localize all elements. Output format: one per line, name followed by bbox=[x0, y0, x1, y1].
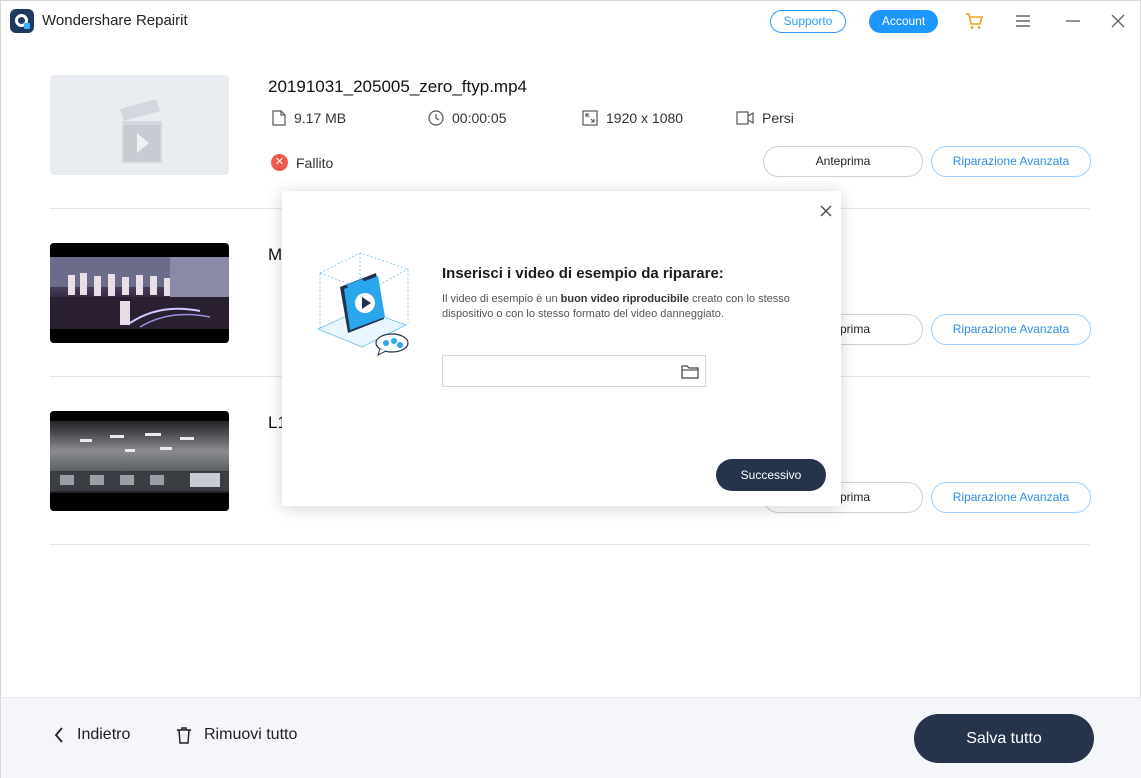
video-frame-image bbox=[50, 411, 229, 511]
video-camera-icon bbox=[736, 111, 754, 125]
status-badge: ✕ Fallito bbox=[271, 154, 333, 171]
preview-button[interactable]: Anteprima bbox=[763, 146, 923, 177]
sample-video-path-field[interactable] bbox=[442, 355, 706, 387]
video-thumbnail-placeholder bbox=[50, 75, 229, 175]
file-name: 20191031_205005_zero_ftyp.mp4 bbox=[268, 77, 527, 96]
video-thumbnail bbox=[50, 243, 229, 343]
row-divider bbox=[50, 544, 1090, 545]
support-button[interactable]: Supporto bbox=[770, 10, 846, 33]
fail-icon: ✕ bbox=[271, 154, 288, 171]
minimize-icon[interactable] bbox=[1063, 11, 1083, 31]
title-bar: Wondershare Repairit Supporto Account bbox=[1, 1, 1141, 41]
sample-video-dialog: Inserisci i video di esempio da riparare… bbox=[282, 191, 841, 506]
file-duration: 00:00:05 bbox=[428, 110, 507, 126]
app-logo-icon bbox=[10, 9, 34, 33]
video-placeholder-icon bbox=[120, 99, 162, 163]
file-size-value: 9.17 MB bbox=[294, 110, 347, 126]
advanced-repair-button[interactable]: Riparazione Avanzata bbox=[931, 314, 1091, 345]
file-duration-value: 00:00:05 bbox=[452, 110, 507, 126]
remove-all-label: Rimuovi tutto bbox=[204, 726, 298, 743]
file-device-value: Persi bbox=[762, 110, 794, 126]
file-resolution-value: 1920 x 1080 bbox=[606, 110, 684, 126]
app-title: Wondershare Repairit bbox=[42, 12, 188, 29]
bottom-bar: Indietro Rimuovi tutto Salva tutto bbox=[1, 697, 1141, 778]
close-icon[interactable] bbox=[1108, 11, 1128, 31]
clock-icon bbox=[428, 110, 444, 126]
resolution-icon bbox=[582, 110, 598, 126]
back-label: Indietro bbox=[77, 726, 131, 743]
back-button[interactable]: Indietro bbox=[53, 726, 130, 744]
close-icon[interactable] bbox=[818, 203, 834, 219]
video-folder-illustration bbox=[316, 252, 409, 356]
chevron-left-icon bbox=[54, 727, 63, 743]
file-device: Persi bbox=[736, 110, 794, 126]
advanced-repair-button[interactable]: Riparazione Avanzata bbox=[931, 482, 1091, 513]
trash-icon bbox=[177, 727, 191, 744]
dialog-title: Inserisci i video di esempio da riparare… bbox=[442, 265, 724, 282]
file-icon bbox=[272, 110, 286, 126]
video-thumbnail bbox=[50, 411, 229, 511]
app-window: Wondershare Repairit Supporto Account 20… bbox=[0, 0, 1141, 778]
save-all-button[interactable]: Salva tutto bbox=[914, 714, 1094, 763]
sample-video-path-input[interactable] bbox=[443, 356, 663, 386]
video-frame-image bbox=[50, 243, 229, 343]
cart-icon[interactable] bbox=[964, 11, 984, 31]
remove-all-button[interactable]: Rimuovi tutto bbox=[176, 726, 297, 744]
folder-icon[interactable] bbox=[681, 364, 699, 379]
menu-icon[interactable] bbox=[1013, 11, 1033, 31]
next-button[interactable]: Successivo bbox=[716, 459, 826, 491]
file-name: M bbox=[268, 245, 283, 264]
file-resolution: 1920 x 1080 bbox=[582, 110, 683, 126]
file-size: 9.17 MB bbox=[272, 110, 346, 126]
advanced-repair-button[interactable]: Riparazione Avanzata bbox=[931, 146, 1091, 177]
status-text: Fallito bbox=[296, 154, 334, 171]
dialog-description: Il video di esempio è un buon video ripr… bbox=[442, 293, 790, 320]
account-button[interactable]: Account bbox=[869, 10, 938, 33]
